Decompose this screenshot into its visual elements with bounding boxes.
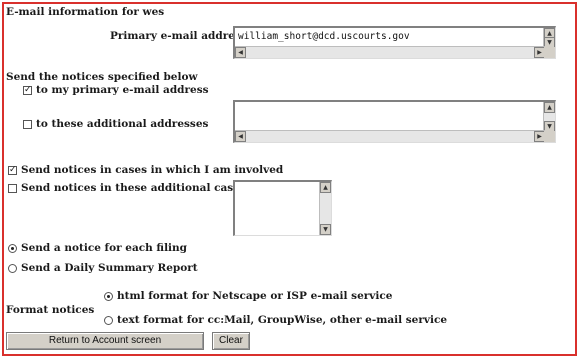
additional-addresses-checkbox[interactable] — [23, 120, 32, 129]
html-format-label: html format for Netscape or ISP e-mail s… — [117, 290, 393, 302]
form-title: E-mail information for wes — [6, 6, 165, 18]
primary-email-textarea[interactable]: william_short@dcd.uscourts.gov ▲ ▼ ◀ ▶ — [233, 26, 556, 59]
text-format-radio[interactable] — [104, 316, 113, 325]
additional-addresses-textarea[interactable]: ▲ ▼ ◀ ▶ — [233, 100, 556, 143]
horizontal-scrollbar[interactable]: ◀ ▶ — [235, 46, 545, 58]
daily-summary-radio[interactable] — [8, 264, 17, 273]
clear-button[interactable]: Clear — [212, 332, 250, 350]
scroll-up-icon[interactable]: ▲ — [544, 102, 555, 113]
each-filing-radio[interactable] — [8, 244, 17, 253]
format-notices-label: Format notices — [6, 304, 95, 316]
html-format-radio[interactable] — [104, 292, 113, 301]
additional-cases-label: Send notices in these additional cases — [21, 182, 246, 194]
involved-cases-label: Send notices in cases in which I am invo… — [21, 164, 284, 176]
primary-email-label: Primary e-mail address — [110, 30, 247, 42]
scroll-down-icon[interactable]: ▼ — [320, 224, 331, 235]
additional-cases-textarea[interactable]: ▲ ▼ — [233, 180, 332, 236]
horizontal-scrollbar[interactable]: ◀ ▶ — [235, 130, 545, 142]
text-format-label: text format for cc:Mail, GroupWise, othe… — [117, 314, 448, 326]
vertical-scrollbar[interactable]: ▲ ▼ — [543, 28, 555, 48]
each-filing-label: Send a notice for each filing — [21, 242, 188, 254]
send-notices-heading: Send the notices specified below — [6, 71, 198, 83]
daily-summary-label: Send a Daily Summary Report — [21, 262, 198, 274]
involved-cases-checkbox[interactable]: ✓ — [8, 166, 17, 175]
primary-address-checkbox[interactable]: ✓ — [23, 86, 32, 95]
primary-address-checkbox-label: to my primary e-mail address — [36, 84, 209, 96]
scroll-corner — [544, 131, 555, 142]
vertical-scrollbar[interactable]: ▲ ▼ — [319, 182, 331, 235]
additional-addresses-label: to these additional addresses — [36, 118, 209, 130]
scroll-up-icon[interactable]: ▲ — [320, 182, 331, 193]
primary-email-value: william_short@dcd.uscourts.gov — [238, 31, 410, 42]
scroll-left-icon[interactable]: ◀ — [235, 47, 246, 58]
additional-cases-checkbox[interactable] — [8, 184, 17, 193]
scroll-corner — [544, 47, 555, 58]
return-to-account-button[interactable]: Return to Account screen — [6, 332, 204, 350]
vertical-scrollbar[interactable]: ▲ ▼ — [543, 102, 555, 132]
scroll-left-icon[interactable]: ◀ — [235, 131, 246, 142]
